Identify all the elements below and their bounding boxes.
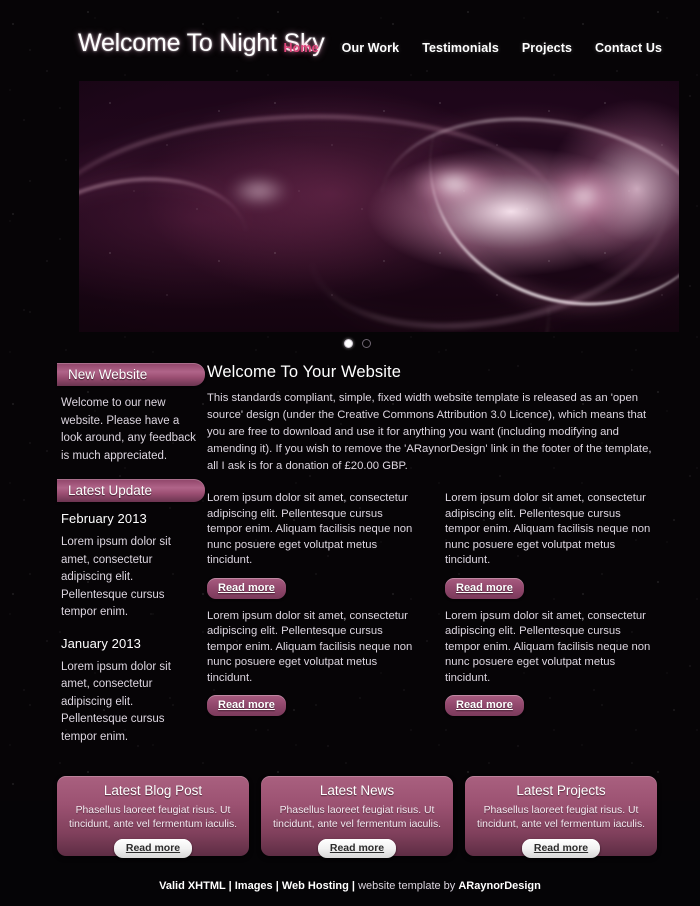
promo-read-more-button[interactable]: Read more [521,839,601,858]
content-column: Welcome To Your Website This standards c… [207,363,657,760]
footer-separator-3: | [348,880,359,892]
sidebar: New Website Welcome to our new website. … [57,363,205,760]
footer-link-valid-xhtml[interactable]: Valid XHTML [159,880,225,892]
footer-credit-link[interactable]: ARaynorDesign [458,880,541,892]
update-body-february: Lorem ipsum dolor sit amet, consectetur … [61,536,171,618]
content-block-body: Lorem ipsum dolor sit amet, consectetur … [207,492,413,566]
nav-item-testimonials[interactable]: Testimonials [422,41,499,55]
promo-box-heading: Latest News [319,783,395,798]
footer-separator-1: | [225,880,235,892]
hero-image [78,81,679,332]
promo-box-latest-news: Latest News Phasellus laoreet feugiat ri… [261,776,453,858]
page-title: Welcome To Your Website [207,363,401,381]
update-date-january: January 2013 [61,635,141,651]
footer-credit-text: website template by [358,880,459,892]
footer-separator-2: | [272,880,282,892]
read-more-button[interactable]: Read more [207,695,286,716]
sidebar-panel-heading-latest-update: Latest Update [57,479,205,502]
content-block-body: Lorem ipsum dolor sit amet, consectetur … [207,609,413,684]
nav-item-contact-us[interactable]: Contact Us [595,41,662,55]
content-block: Lorem ipsum dolor sit amet, consectetur … [445,491,657,599]
site-header: Welcome To Night Sky Home Our Work Testi… [0,0,700,81]
main-navigation: Home Our Work Testimonials Projects Cont… [284,41,662,55]
promo-box-heading: Latest Projects [516,783,606,798]
update-body-january: Lorem ipsum dolor sit amet, consectetur … [61,660,171,743]
intro-paragraph: This standards compliant, simple, fixed … [207,392,652,472]
hero-vignette [78,81,679,332]
content-grid: Lorem ipsum dolor sit amet, consectetur … [207,491,657,726]
read-more-button[interactable]: Read more [445,577,524,599]
promo-read-more-button[interactable]: Read more [113,839,193,858]
nav-item-projects[interactable]: Projects [522,41,572,55]
page-root: Welcome To Night Sky Home Our Work Testi… [0,0,700,906]
site-footer: Valid XHTML | Images | Web Hosting | web… [0,880,700,906]
hero-slider [22,81,679,332]
slider-dot-2[interactable] [361,338,371,348]
footer-link-web-hosting[interactable]: Web Hosting [282,880,349,892]
main-area: New Website Welcome to our new website. … [57,354,657,760]
slider-pagination [57,332,657,354]
read-more-button[interactable]: Read more [445,695,524,716]
promo-box-body: Phasellus laoreet feugiat risus. Ut tinc… [476,805,646,830]
nav-item-our-work[interactable]: Our Work [342,41,400,55]
promo-read-more-button[interactable]: Read more [317,839,397,858]
content-block-body: Lorem ipsum dolor sit amet, consectetur … [445,492,651,566]
promo-box-latest-projects: Latest Projects Phasellus laoreet feugia… [465,776,657,858]
promo-box-body: Phasellus laoreet feugiat risus. Ut tinc… [272,805,442,830]
promo-box-heading: Latest Blog Post [103,783,203,798]
promo-box-latest-blog-post: Latest Blog Post Phasellus laoreet feugi… [57,776,249,858]
slider-dot-1[interactable] [343,338,353,348]
promo-box-body: Phasellus laoreet feugiat risus. Ut tinc… [68,805,238,830]
content-block: Lorem ipsum dolor sit amet, consectetur … [445,609,657,716]
footer-link-images[interactable]: Images [235,880,273,892]
content-block: Lorem ipsum dolor sit amet, consectetur … [207,491,419,599]
read-more-button[interactable]: Read more [207,577,286,599]
nav-item-home[interactable]: Home [284,41,319,55]
sidebar-panel-body-new-website: Welcome to our new website. Please have … [61,397,196,462]
content-block-body: Lorem ipsum dolor sit amet, consectetur … [445,609,651,684]
update-date-february: February 2013 [61,511,147,526]
sidebar-panel-heading-new-website: New Website [57,363,205,386]
promo-box-row: Latest Blog Post Phasellus laoreet feugi… [57,776,657,858]
content-block: Lorem ipsum dolor sit amet, consectetur … [207,609,419,716]
